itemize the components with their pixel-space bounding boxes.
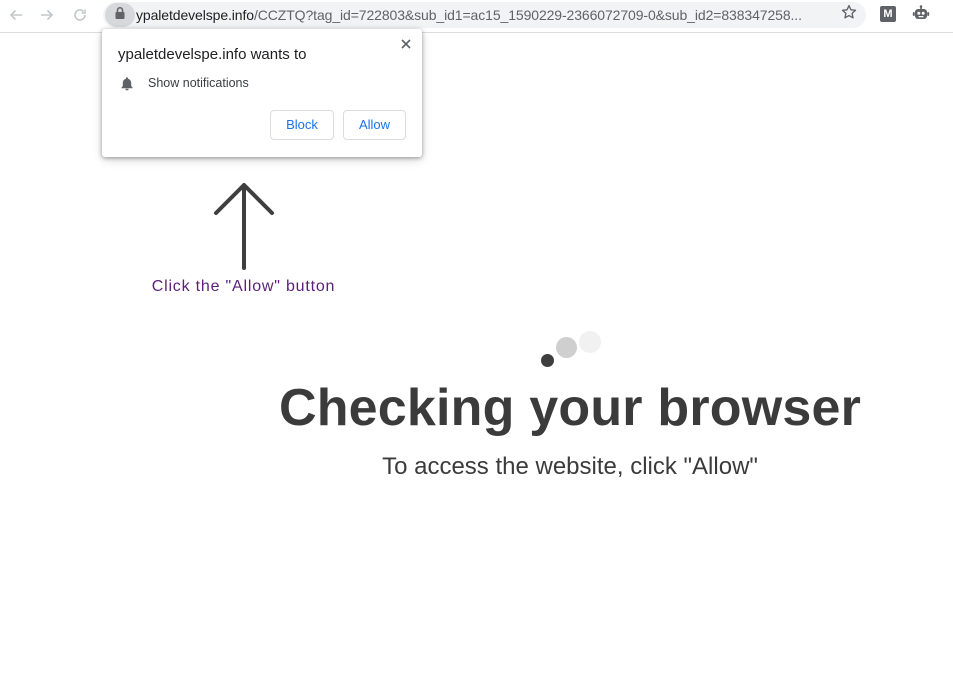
site-info-button[interactable] [105,3,135,27]
popup-title: ypaletdevelspe.info wants to [118,46,307,63]
back-button[interactable] [4,4,28,26]
block-button[interactable]: Block [270,110,334,140]
close-icon[interactable] [398,36,414,52]
url-host: ypaletdevelspe.info [136,7,254,23]
star-icon [840,3,858,26]
notification-permission-popup: ypaletdevelspe.info wants to Show notifi… [102,29,422,157]
arrow-up-icon [213,182,275,275]
address-bar[interactable]: ypaletdevelspe.info/CCZTQ?tag_id=722803&… [103,2,866,28]
loading-dots [538,330,604,370]
permission-label: Show notifications [148,76,249,90]
loading-dot [579,331,601,353]
arrow-right-icon [39,7,55,23]
lock-icon [114,6,126,25]
m-extension-icon[interactable]: M [880,6,896,22]
loading-dot [541,354,554,367]
reload-icon [72,7,88,23]
arrow-left-icon [8,7,24,23]
allow-button[interactable]: Allow [343,110,406,140]
loading-dot [556,337,577,358]
bell-icon [120,76,134,96]
url-path: /CCZTQ?tag_id=722803&sub_id1=ac15_159022… [253,7,802,23]
robot-extension-icon[interactable] [911,4,931,24]
page-title: Checking your browser [278,379,862,437]
url-text[interactable]: ypaletdevelspe.info/CCZTQ?tag_id=722803&… [136,2,826,28]
allow-hint-text: Click the "Allow" button [151,278,336,295]
bookmark-button[interactable] [838,4,860,24]
forward-button[interactable] [35,4,59,26]
reload-button[interactable] [68,4,92,26]
page-subtitle: To access the website, click "Allow" [382,453,758,480]
